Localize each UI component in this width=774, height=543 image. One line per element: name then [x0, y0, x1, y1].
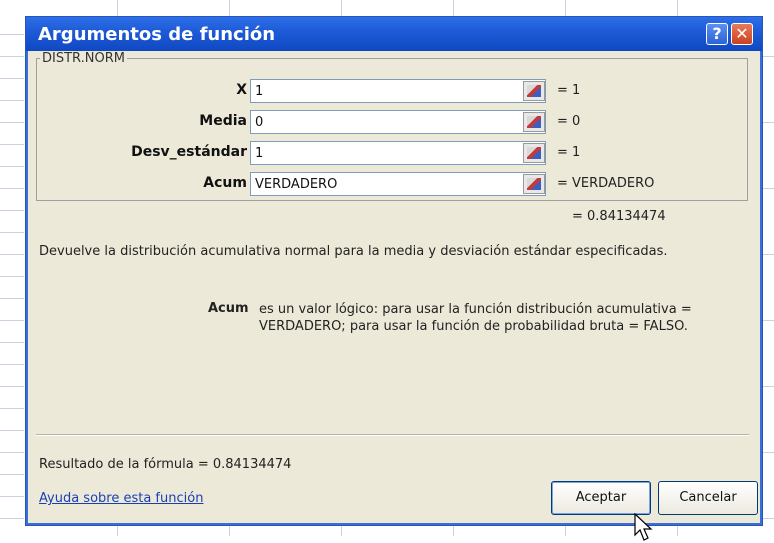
arg-input-media[interactable]: 0 [250, 110, 546, 134]
arguments-group: DISTR.NORM X 1 = 1 Media 0 = 0 Desv_está… [36, 51, 748, 201]
arg-label-x: X [236, 82, 247, 98]
dialog-body: DISTR.NORM X 1 = 1 Media 0 = 0 Desv_está… [29, 51, 759, 541]
collapse-dialog-button[interactable] [523, 81, 545, 101]
title-bar[interactable]: Argumentos de función ? ✕ [26, 17, 762, 51]
grid-line [0, 78, 24, 79]
arg-result-acum: = VERDADERO [557, 176, 655, 191]
grid-line [0, 276, 24, 277]
grid-line [0, 100, 24, 101]
arg-result-desv: = 1 [557, 145, 581, 160]
arg-input-acum[interactable]: VERDADERO [250, 172, 546, 196]
formula-result: Resultado de la fórmula = 0.84134474 [39, 457, 292, 472]
grid-line [0, 430, 24, 431]
cancel-button[interactable]: Cancelar [658, 481, 758, 515]
close-button[interactable]: ✕ [731, 23, 753, 45]
grid-line [0, 320, 24, 321]
grid-line [0, 518, 24, 519]
grid-line [0, 34, 24, 35]
arg-input-x[interactable]: 1 [250, 79, 546, 103]
grid-line [0, 342, 24, 343]
grid-line [0, 452, 24, 453]
arg-input-desv[interactable]: 1 [250, 141, 546, 165]
range-select-icon [527, 147, 541, 159]
grid-line [0, 254, 24, 255]
function-result: = 0.84134474 [572, 209, 666, 224]
grid-line [0, 56, 24, 57]
range-select-icon [527, 178, 541, 190]
grid-line [0, 232, 24, 233]
function-arguments-dialog: Argumentos de función ? ✕ DISTR.NORM X 1… [25, 16, 763, 541]
collapse-dialog-button[interactable] [523, 143, 545, 163]
dialog-title: Argumentos de función [38, 24, 276, 45]
grid-line [0, 474, 24, 475]
arg-result-media: = 0 [557, 114, 581, 129]
arg-row-media: Media 0 = 0 [37, 110, 747, 134]
range-select-icon [527, 85, 541, 97]
arg-row-acum: Acum VERDADERO = VERDADERO [37, 172, 747, 196]
function-description: Devuelve la distribución acumulativa nor… [39, 244, 668, 259]
help-button[interactable]: ? [706, 23, 728, 45]
arg-row-desv: Desv_estándar 1 = 1 [37, 141, 747, 165]
help-on-function-link[interactable]: Ayuda sobre esta función [39, 491, 203, 506]
range-select-icon [527, 116, 541, 128]
grid-line [0, 386, 24, 387]
grid-line [0, 408, 24, 409]
arg-result-x: = 1 [557, 83, 581, 98]
grid-line [0, 188, 24, 189]
collapse-dialog-button[interactable] [523, 112, 545, 132]
grid-line [0, 364, 24, 365]
arg-row-x: X 1 = 1 [37, 79, 747, 103]
grid-line [0, 144, 24, 145]
grid-line [0, 166, 24, 167]
grid-line [0, 122, 24, 123]
current-arg-name: Acum [208, 301, 249, 316]
current-arg-description: es un valor lógico: para usar la función… [259, 302, 692, 334]
arg-label-desv: Desv_estándar [131, 144, 247, 160]
mouse-pointer-icon [634, 513, 653, 541]
grid-line [0, 496, 24, 497]
collapse-dialog-button[interactable] [523, 174, 545, 194]
separator [36, 434, 749, 436]
grid-line [0, 210, 24, 211]
function-name: DISTR.NORM [40, 51, 127, 66]
grid-line [0, 298, 24, 299]
arg-label-media: Media [199, 113, 247, 129]
arg-label-acum: Acum [203, 175, 247, 191]
ok-button[interactable]: Aceptar [551, 481, 651, 515]
